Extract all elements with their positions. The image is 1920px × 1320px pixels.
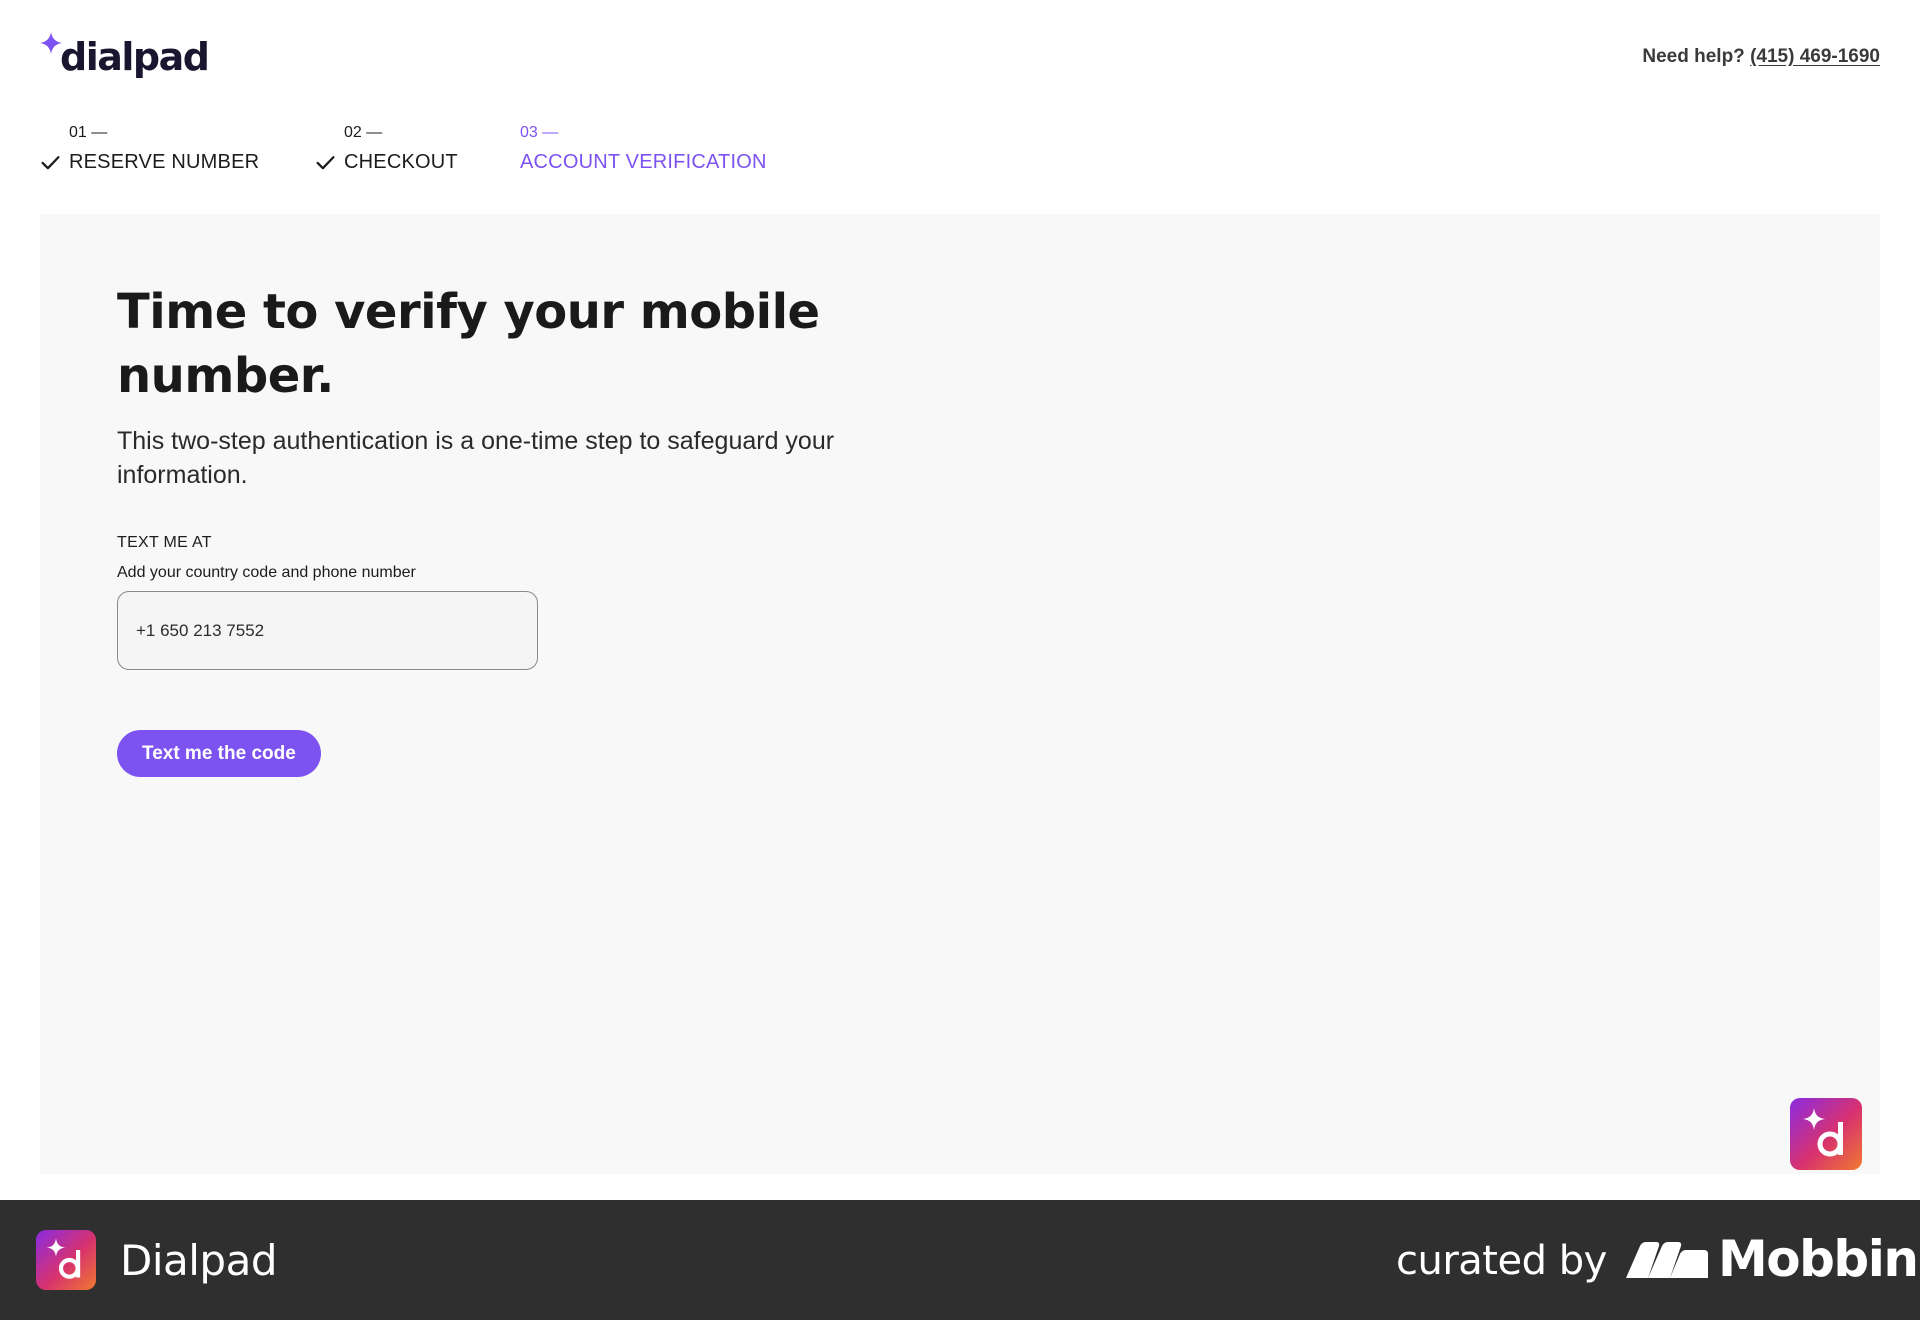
progress-stepper: 01 — RESERVE NUMBER 02 — CHECKOUT 03 — A… <box>40 122 767 174</box>
text-me-code-button[interactable]: Text me the code <box>117 730 321 777</box>
verification-form: Time to verify your mobile number. This … <box>117 280 977 777</box>
checkmark-icon <box>41 155 60 169</box>
step-number: 02 — <box>344 124 383 141</box>
dialpad-d-icon <box>1803 1108 1843 1157</box>
step-label: RESERVE NUMBER <box>69 151 260 173</box>
step-number: 03 — <box>520 124 559 141</box>
help-prefix: Need help? <box>1642 46 1745 67</box>
step-reserve-number: 01 — RESERVE NUMBER <box>40 122 315 174</box>
step-label: CHECKOUT <box>344 151 458 173</box>
help-phone-link[interactable]: (415) 469-1690 <box>1750 46 1880 67</box>
phone-field-label: TEXT ME AT <box>117 534 212 551</box>
mobbin-logo-icon <box>1626 1242 1708 1278</box>
help-contact: Need help? (415) 469-1690 <box>1642 46 1880 68</box>
step-checkout: 02 — CHECKOUT <box>315 122 520 174</box>
phone-number-input[interactable] <box>117 591 538 670</box>
phone-field-help: Add your country code and phone number <box>117 564 416 581</box>
step-number: 01 — <box>69 124 108 141</box>
step-account-verification: 03 — ACCOUNT VERIFICATION <box>520 122 767 174</box>
sparkle-icon <box>40 32 62 54</box>
dialpad-logo[interactable]: dialpad <box>40 32 210 82</box>
checkmark-icon <box>316 155 335 169</box>
step-label: ACCOUNT VERIFICATION <box>520 151 767 173</box>
chat-widget-button[interactable] <box>1790 1098 1862 1170</box>
page-title: Time to verify your mobile number. <box>117 284 820 404</box>
verification-panel: Time to verify your mobile number. This … <box>40 214 1880 1174</box>
attribution-bar: Dialpad curated by Mobbin <box>0 1200 1920 1320</box>
dialpad-app-icon <box>36 1230 96 1290</box>
curated-by-text: curated by <box>1396 1238 1607 1284</box>
app-name: Dialpad <box>120 1236 277 1285</box>
page-subtitle: This two-step authentication is a one-ti… <box>117 427 835 489</box>
mobbin-wordmark: Mobbin <box>1718 1230 1919 1288</box>
logo-wordmark: dialpad <box>60 35 210 79</box>
